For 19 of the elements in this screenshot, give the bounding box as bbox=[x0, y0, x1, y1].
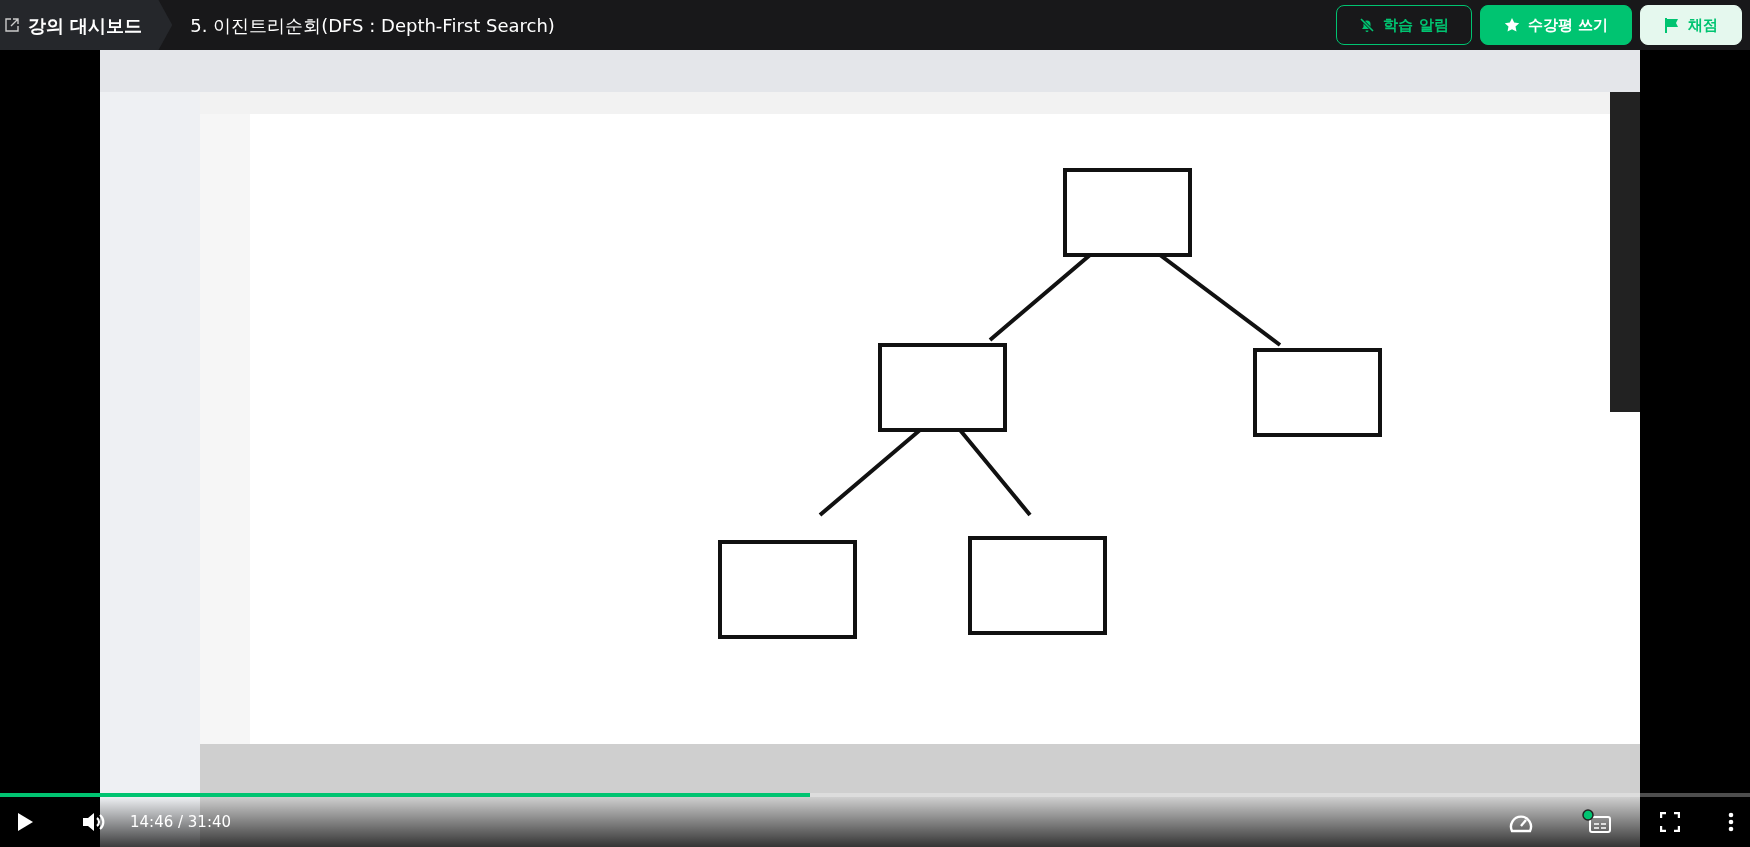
more-button[interactable] bbox=[1728, 812, 1734, 832]
progress-track[interactable] bbox=[0, 793, 1750, 797]
star-icon bbox=[1503, 17, 1520, 33]
subtitles-button[interactable] bbox=[1582, 809, 1612, 835]
notification-button[interactable]: 학습 알림 bbox=[1336, 5, 1472, 45]
bell-slash-icon bbox=[1359, 17, 1376, 33]
fullscreen-icon bbox=[1660, 812, 1680, 832]
play-icon bbox=[16, 812, 34, 832]
time-display: 14:46 / 31:40 bbox=[130, 811, 232, 833]
subtitles-icon bbox=[1582, 809, 1612, 835]
volume-icon bbox=[82, 811, 106, 833]
lecture-title: 5. 이진트리순회(DFS : Depth-First Search) bbox=[190, 13, 555, 38]
fullscreen-button[interactable] bbox=[1660, 812, 1680, 832]
play-button[interactable] bbox=[16, 812, 34, 832]
flag-icon bbox=[1664, 17, 1680, 33]
volume-button[interactable] bbox=[82, 811, 106, 833]
more-icon bbox=[1728, 812, 1734, 832]
external-link-icon bbox=[4, 17, 20, 33]
dashboard-link[interactable]: 강의 대시보드 bbox=[0, 0, 173, 50]
